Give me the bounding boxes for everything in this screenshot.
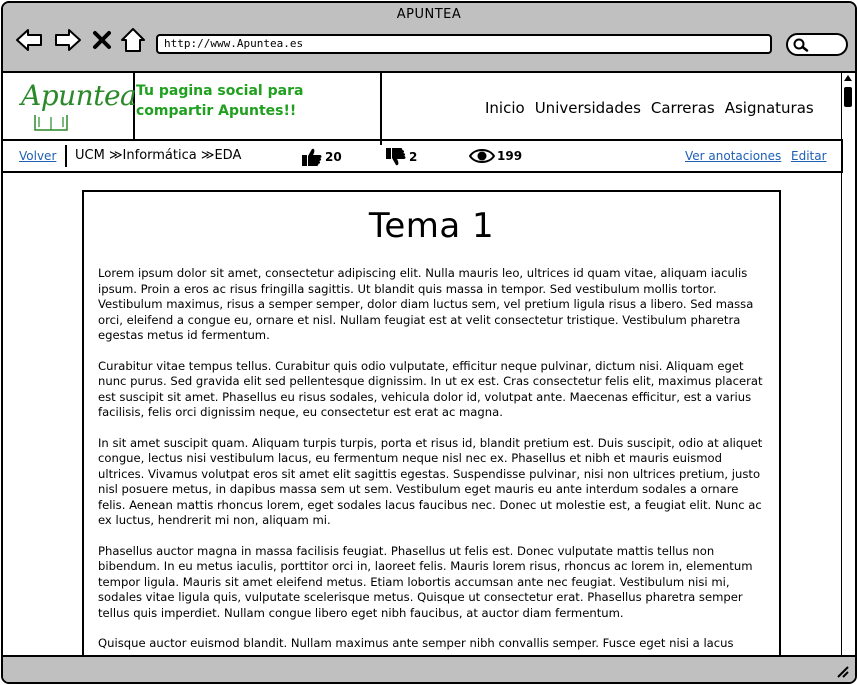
- document-paragraph: Quisque auctor euismod blandit. Nullam m…: [98, 636, 734, 650]
- document-paragraph: Curabitur vitae tempus tellus. Curabitur…: [98, 358, 763, 420]
- eye-icon: [469, 149, 495, 163]
- thumbs-down-icon: [386, 148, 406, 166]
- toolbar-divider: [65, 145, 67, 167]
- edit-link[interactable]: Editar: [791, 149, 827, 163]
- vertical-scrollbar[interactable]: [841, 73, 855, 659]
- document-card: Tema 1 Lorem ipsum dolor sit amet, conse…: [82, 190, 781, 670]
- logo-text: Apuntea: [21, 79, 137, 112]
- book-icon: [34, 115, 68, 131]
- dislikes-count: 2: [409, 150, 418, 164]
- views-stat: 199: [469, 147, 522, 165]
- back-arrow-icon[interactable]: [15, 27, 43, 53]
- scroll-up-arrow-icon[interactable]: [844, 75, 852, 81]
- site-header: Apuntea Tu pagina social para compartir …: [3, 73, 843, 145]
- browser-window: APUNTEA http://www.Apuntea.es Apuntea Tu…: [1, 1, 857, 684]
- document-title: Tema 1: [368, 206, 495, 246]
- url-bar[interactable]: http://www.Apuntea.es: [156, 34, 772, 54]
- forward-arrow-icon[interactable]: [54, 27, 82, 53]
- close-x-icon[interactable]: [91, 27, 113, 53]
- main-nav: Inicio Universidades Carreras Asignatura…: [485, 99, 814, 117]
- logo[interactable]: Apuntea: [3, 73, 137, 139]
- likes-stat[interactable]: 20: [301, 147, 342, 167]
- nav-asignaturas[interactable]: Asignaturas: [725, 99, 814, 117]
- thumbs-up-icon: [302, 148, 322, 166]
- status-bar: [3, 655, 855, 682]
- search-icon: [793, 38, 809, 52]
- dislikes-stat[interactable]: 2: [385, 147, 417, 167]
- scrollbar-thumb[interactable]: [844, 87, 852, 107]
- browser-search-box[interactable]: [786, 33, 848, 56]
- likes-count: 20: [325, 150, 342, 164]
- browser-chrome: APUNTEA http://www.Apuntea.es: [3, 3, 855, 73]
- nav-carreras[interactable]: Carreras: [651, 99, 715, 117]
- header-divider: [380, 73, 382, 145]
- document-paragraph: Phasellus auctor magna in massa facilisi…: [98, 543, 753, 620]
- home-icon[interactable]: [119, 27, 147, 53]
- document-paragraph: In sit amet suscipit quam. Aliquam turpi…: [98, 435, 763, 528]
- views-count: 199: [497, 149, 523, 163]
- document-paragraph: Lorem ipsum dolor sit amet, consectetur …: [98, 266, 754, 342]
- site-tagline: Tu pagina social para compartir Apuntes!…: [136, 83, 304, 119]
- resize-grip-icon[interactable]: [835, 664, 849, 678]
- view-notes-link[interactable]: Ver anotaciones: [685, 149, 781, 163]
- breadcrumb: UCM ≫Informática ≫EDA: [75, 148, 242, 163]
- document-toolbar: Volver UCM ≫Informática ≫EDA 20 2 199 Ve…: [3, 141, 843, 173]
- window-title: APUNTEA: [396, 7, 462, 22]
- nav-universidades[interactable]: Universidades: [535, 99, 641, 117]
- nav-inicio[interactable]: Inicio: [485, 99, 525, 117]
- back-link[interactable]: Volver: [19, 149, 56, 163]
